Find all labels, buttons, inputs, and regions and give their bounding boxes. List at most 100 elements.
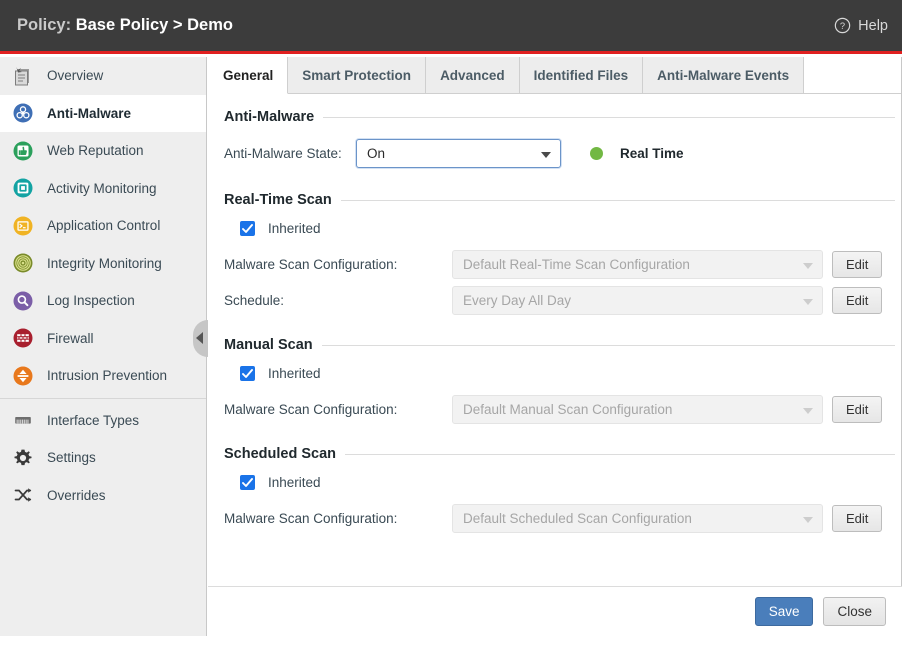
- overview-icon: [12, 65, 34, 87]
- up-down-arrows-icon: [12, 365, 34, 387]
- fingerprint-icon: [12, 252, 34, 274]
- sidebar: Overview Anti-Malware Web Reputation Act…: [0, 57, 207, 636]
- svg-text:?: ?: [840, 21, 845, 31]
- check-icon: [242, 478, 253, 488]
- section-title: Real-Time Scan: [224, 192, 341, 208]
- sidebar-item-label: Web Reputation: [47, 143, 144, 158]
- scheduled-config-label: Malware Scan Configuration:: [224, 511, 452, 526]
- button-label: Edit: [846, 293, 868, 308]
- biohazard-icon: [12, 102, 34, 124]
- general-tab-panel: Anti-Malware Anti-Malware State: On Real…: [208, 109, 901, 651]
- content-panel: General Smart Protection Advanced Identi…: [208, 57, 902, 636]
- section-rule: [345, 454, 895, 455]
- magnifier-icon: [12, 290, 34, 312]
- sidebar-item-application-control[interactable]: Application Control: [0, 207, 206, 245]
- real-time-inherited-row: Inherited: [240, 221, 901, 236]
- scheduled-config-value: Default Scheduled Scan Configuration: [463, 511, 692, 526]
- manual-config-select[interactable]: Default Manual Scan Configuration: [452, 395, 823, 424]
- section-rule: [341, 200, 895, 201]
- check-icon: [242, 369, 253, 379]
- sidebar-item-web-reputation[interactable]: Web Reputation: [0, 132, 206, 170]
- real-time-schedule-select[interactable]: Every Day All Day: [452, 286, 823, 315]
- real-time-config-edit-button[interactable]: Edit: [832, 251, 882, 278]
- tab-strip-filler: [804, 57, 901, 94]
- sidebar-item-label: Interface Types: [47, 413, 139, 428]
- sidebar-divider: [0, 398, 206, 399]
- section-title: Manual Scan: [224, 337, 322, 353]
- sidebar-item-label: Overrides: [47, 488, 106, 503]
- manual-config-value: Default Manual Scan Configuration: [463, 402, 672, 417]
- button-label: Save: [769, 604, 800, 619]
- chevron-down-icon: [541, 152, 551, 158]
- button-label: Edit: [846, 511, 868, 526]
- button-label: Close: [837, 604, 872, 619]
- anti-malware-state-row: Anti-Malware State: On Real Time: [224, 139, 901, 168]
- sidebar-item-overrides[interactable]: Overrides: [0, 477, 206, 515]
- tab-strip: General Smart Protection Advanced Identi…: [208, 57, 901, 94]
- help-button[interactable]: ? Help: [834, 17, 888, 34]
- scheduled-inherited-label: Inherited: [268, 475, 321, 490]
- real-time-config-row: Malware Scan Configuration: Default Real…: [224, 250, 901, 279]
- terminal-icon: [12, 215, 34, 237]
- shuffle-icon: [12, 484, 34, 506]
- status-dot: [590, 147, 603, 160]
- chevron-down-icon: [803, 408, 813, 414]
- sidebar-item-label: Overview: [47, 68, 103, 83]
- tab-smart-protection[interactable]: Smart Protection: [288, 57, 426, 94]
- anti-malware-state-value: On: [367, 146, 385, 161]
- section-rule: [323, 117, 895, 118]
- manual-config-row: Malware Scan Configuration: Default Manu…: [224, 395, 901, 424]
- sidebar-item-activity-monitoring[interactable]: Activity Monitoring: [0, 170, 206, 208]
- manual-inherited-checkbox[interactable]: [240, 366, 255, 381]
- tab-general[interactable]: General: [208, 57, 288, 94]
- sidebar-item-interface-types[interactable]: Interface Types: [0, 402, 206, 440]
- real-time-schedule-edit-button[interactable]: Edit: [832, 287, 882, 314]
- scheduled-inherited-checkbox[interactable]: [240, 475, 255, 490]
- sidebar-item-log-inspection[interactable]: Log Inspection: [0, 282, 206, 320]
- button-label: Edit: [846, 402, 868, 417]
- sidebar-item-label: Log Inspection: [47, 293, 135, 308]
- scheduled-config-row: Malware Scan Configuration: Default Sche…: [224, 504, 901, 533]
- sidebar-item-label: Firewall: [47, 331, 94, 346]
- sidebar-item-intrusion-prevention[interactable]: Intrusion Prevention: [0, 357, 206, 395]
- status-label: Real Time: [620, 146, 684, 161]
- tab-label: Advanced: [440, 68, 505, 83]
- tab-advanced[interactable]: Advanced: [426, 57, 520, 94]
- tab-anti-malware-events[interactable]: Anti-Malware Events: [643, 57, 804, 94]
- real-time-schedule-label: Schedule:: [224, 293, 452, 308]
- anti-malware-state-select[interactable]: On: [356, 139, 561, 168]
- real-time-schedule-value: Every Day All Day: [463, 293, 571, 308]
- real-time-inherited-checkbox[interactable]: [240, 221, 255, 236]
- section-real-time-scan-header: Real-Time Scan: [224, 192, 895, 208]
- real-time-config-select[interactable]: Default Real-Time Scan Configuration: [452, 250, 823, 279]
- question-circle-icon: ?: [834, 17, 851, 34]
- sidebar-item-firewall[interactable]: Firewall: [0, 320, 206, 358]
- section-scheduled-scan-header: Scheduled Scan: [224, 446, 895, 462]
- chevron-down-icon: [803, 299, 813, 305]
- page-title: Policy: Base Policy > Demo: [17, 16, 233, 35]
- network-port-icon: [12, 409, 34, 431]
- footer-bar: Save Close: [208, 586, 902, 636]
- title-bar: Policy: Base Policy > Demo ? Help: [0, 0, 902, 54]
- sidebar-item-settings[interactable]: Settings: [0, 439, 206, 477]
- sidebar-item-label: Anti-Malware: [47, 106, 131, 121]
- sidebar-item-label: Application Control: [47, 218, 160, 233]
- section-rule: [322, 345, 895, 346]
- tab-label: Smart Protection: [302, 68, 411, 83]
- chevron-down-icon: [803, 517, 813, 523]
- manual-config-edit-button[interactable]: Edit: [832, 396, 882, 423]
- tab-label: General: [223, 68, 273, 83]
- save-button[interactable]: Save: [755, 597, 814, 626]
- sidebar-item-integrity-monitoring[interactable]: Integrity Monitoring: [0, 245, 206, 283]
- scheduled-config-edit-button[interactable]: Edit: [832, 505, 882, 532]
- scheduled-config-select[interactable]: Default Scheduled Scan Configuration: [452, 504, 823, 533]
- section-manual-scan-header: Manual Scan: [224, 337, 895, 353]
- tab-label: Identified Files: [534, 68, 629, 83]
- sidebar-item-anti-malware[interactable]: Anti-Malware: [0, 95, 206, 133]
- sidebar-item-overview[interactable]: Overview: [0, 57, 206, 95]
- tab-identified-files[interactable]: Identified Files: [520, 57, 644, 94]
- close-button[interactable]: Close: [823, 597, 886, 626]
- real-time-inherited-label: Inherited: [268, 221, 321, 236]
- manual-config-label: Malware Scan Configuration:: [224, 402, 452, 417]
- section-anti-malware-header: Anti-Malware: [224, 109, 895, 125]
